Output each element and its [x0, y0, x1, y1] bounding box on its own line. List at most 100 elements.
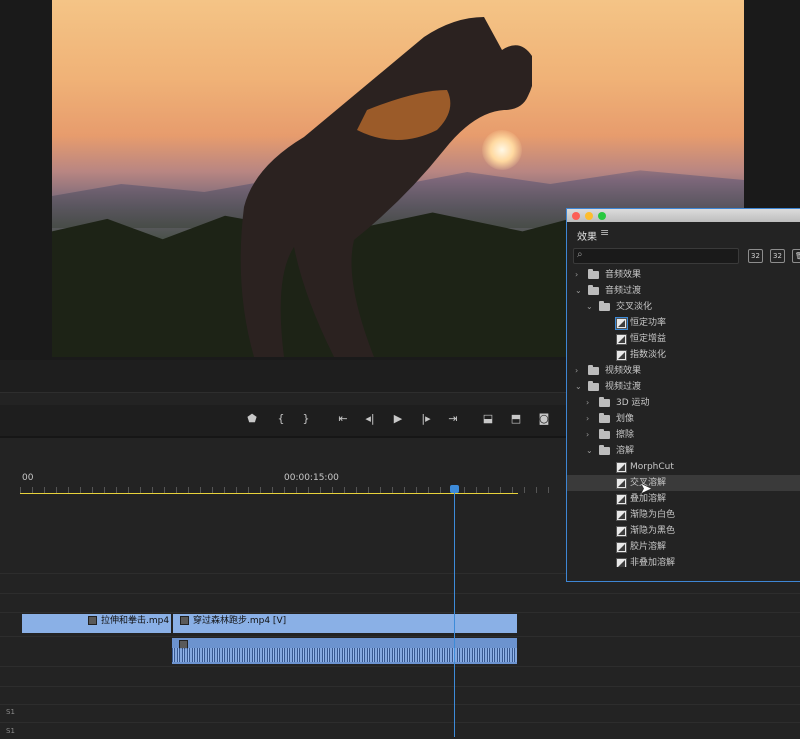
- work-area-bar[interactable]: [20, 493, 518, 494]
- chevron-right-icon[interactable]: ›: [575, 363, 578, 379]
- playhead-line[interactable]: [454, 492, 455, 737]
- track-divider: [0, 686, 800, 687]
- tree-folder[interactable]: › 擦除: [567, 427, 800, 443]
- track-divider: [0, 704, 800, 705]
- tree-folder[interactable]: › 3D 运动: [567, 395, 800, 411]
- tree-item-label: 音频效果: [605, 270, 642, 280]
- tree-folder[interactable]: ⌄ 视频过渡: [567, 379, 800, 395]
- tree-effect[interactable]: 交叉溶解: [567, 475, 800, 491]
- transition-effect-icon: [616, 462, 627, 473]
- tree-folder[interactable]: › 划像: [567, 411, 800, 427]
- tree-folder[interactable]: › 音频效果: [567, 267, 800, 283]
- chevron-right-icon[interactable]: ›: [575, 267, 578, 283]
- tree-effect[interactable]: 指数淡化: [567, 347, 800, 363]
- panel-header: 效果 ≡: [567, 223, 800, 245]
- chevron-right-icon[interactable]: ›: [586, 411, 589, 427]
- tree-folder[interactable]: ⌄ 音频过渡: [567, 283, 800, 299]
- tree-effect[interactable]: 渐隐为白色: [567, 507, 800, 523]
- video-clip-stretch[interactable]: 拉伸和拳击.mp4: [22, 614, 171, 633]
- tree-item-label: 恒定功率: [630, 318, 667, 328]
- video-runner: [240, 17, 532, 357]
- folder-icon: [588, 285, 599, 295]
- chevron-right-icon[interactable]: ›: [586, 427, 589, 443]
- clip-label: 拉伸和拳击.mp4: [101, 616, 170, 626]
- tree-item-label: 渐隐为黑色: [630, 526, 676, 536]
- window-titlebar[interactable]: [567, 209, 800, 222]
- lift-icon[interactable]: ⬓: [480, 411, 496, 427]
- panel-title[interactable]: 效果: [577, 228, 597, 243]
- tree-effect[interactable]: 渐隐为黑色: [567, 523, 800, 539]
- folder-icon: [588, 365, 599, 375]
- transition-effect-icon: [616, 494, 627, 505]
- chevron-down-icon[interactable]: ⌄: [586, 299, 593, 315]
- tree-item-label: 非叠加溶解: [630, 558, 676, 567]
- fx-icon: [180, 616, 189, 625]
- tree-item-label: 溶解: [616, 446, 635, 456]
- track-divider: [0, 612, 800, 613]
- track-divider: [0, 636, 800, 637]
- zoom-icon[interactable]: [598, 212, 606, 220]
- folder-icon: [599, 445, 610, 455]
- transition-effect-icon: [616, 542, 627, 553]
- 32bit-effects-button[interactable]: 32: [770, 249, 785, 263]
- track-label: S1: [6, 708, 15, 716]
- chevron-down-icon[interactable]: ⌄: [575, 379, 582, 395]
- fx-icon: [88, 616, 97, 625]
- accelerated-effects-button[interactable]: 32: [748, 249, 763, 263]
- tree-item-label: 指数淡化: [630, 350, 667, 360]
- transition-effect-icon: [615, 317, 628, 330]
- panel-menu-icon[interactable]: ≡: [600, 226, 609, 239]
- audio-clip-forest-run[interactable]: [172, 638, 517, 664]
- tree-item-label: 音频过渡: [605, 286, 642, 296]
- track-label: S1: [6, 727, 15, 735]
- tree-item-label: MorphCut: [630, 462, 674, 472]
- folder-icon: [599, 397, 610, 407]
- mark-out-icon[interactable]: }: [298, 411, 314, 427]
- step-back-icon[interactable]: ◂|: [362, 411, 378, 427]
- track-divider: [0, 722, 800, 723]
- play-icon[interactable]: ▶: [390, 411, 406, 427]
- transition-effect-icon: [616, 558, 627, 567]
- clip-label: 穿过森林跑步.mp4 [V]: [193, 616, 287, 626]
- transition-effect-icon: [616, 526, 627, 537]
- tree-effect[interactable]: 叠加溶解: [567, 491, 800, 507]
- transition-effect-icon: [616, 478, 627, 489]
- folder-icon: [588, 381, 599, 391]
- tree-item-label: 恒定增益: [630, 334, 667, 344]
- mark-in-icon[interactable]: {: [273, 411, 289, 427]
- video-clip-forest-run[interactable]: 穿过森林跑步.mp4 [V]: [173, 614, 517, 633]
- tree-item-label: 3D 运动: [616, 398, 650, 408]
- tree-item-label: 视频效果: [605, 366, 642, 376]
- tree-effect[interactable]: 恒定增益: [567, 331, 800, 347]
- tree-effect[interactable]: 胶片溶解: [567, 539, 800, 555]
- tree-folder[interactable]: ⌄ 交叉淡化: [567, 299, 800, 315]
- folder-icon: [588, 269, 599, 279]
- chevron-right-icon[interactable]: ›: [586, 395, 589, 411]
- effects-search-input[interactable]: ⌕: [573, 248, 739, 264]
- tree-folder[interactable]: › 视频效果: [567, 363, 800, 379]
- minimize-icon[interactable]: [585, 212, 593, 220]
- chevron-down-icon[interactable]: ⌄: [586, 443, 593, 459]
- tree-effect[interactable]: 非叠加溶解: [567, 555, 800, 567]
- chevron-down-icon[interactable]: ⌄: [575, 283, 582, 299]
- extract-icon[interactable]: ⬒: [508, 411, 524, 427]
- tree-folder[interactable]: ⌄ 溶解: [567, 443, 800, 459]
- tree-item-label: 擦除: [616, 430, 635, 440]
- delete-icon[interactable]: 🗑: [792, 249, 800, 263]
- tree-item-label: 胶片溶解: [630, 542, 667, 552]
- go-to-out-icon[interactable]: ⇥: [445, 411, 461, 427]
- search-icon: ⌕: [577, 249, 583, 260]
- transition-effect-icon: [616, 510, 627, 521]
- tree-item-label: 视频过渡: [605, 382, 642, 392]
- track-divider: [0, 593, 800, 594]
- export-frame-icon[interactable]: ◙: [536, 411, 552, 427]
- tree-effect[interactable]: 恒定功率: [567, 315, 800, 331]
- tree-item-label: 渐隐为白色: [630, 510, 676, 520]
- transport-controls: ⬟ { } ⇤ ◂| ▶ |▸ ⇥ ⬓ ⬒ ◙: [0, 404, 560, 434]
- add-marker-icon[interactable]: ⬟: [244, 411, 260, 427]
- effects-tree: › 音频效果 ⌄ 音频过渡 ⌄ 交叉淡化恒定功率恒定增益指数淡化 › 视频效果 ⌄ 视频过渡 › 3D…: [567, 267, 800, 567]
- tree-effect[interactable]: MorphCut: [567, 459, 800, 475]
- go-to-in-icon[interactable]: ⇤: [335, 411, 351, 427]
- close-icon[interactable]: [572, 212, 580, 220]
- step-forward-icon[interactable]: |▸: [418, 411, 434, 427]
